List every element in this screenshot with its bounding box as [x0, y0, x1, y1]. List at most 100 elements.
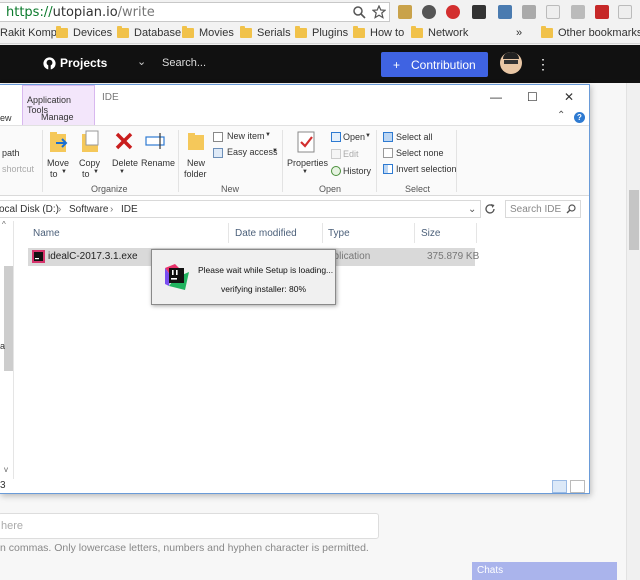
group-select-label: Select [405, 184, 431, 194]
adblock-icon[interactable] [446, 5, 460, 19]
address-dropdown-icon[interactable]: ⌄ [468, 204, 476, 215]
dropdown-arrow-icon[interactable]: ▼ [265, 132, 271, 138]
invert-selection-button[interactable]: Invert selection [396, 164, 457, 174]
dropdown-arrow-icon[interactable]: ▼ [302, 169, 308, 175]
copy-path-button[interactable]: path [2, 148, 20, 158]
bookmark-movies[interactable]: Movies [199, 27, 234, 41]
search-icon[interactable] [566, 204, 576, 214]
intellij-icon [32, 250, 45, 263]
bookmark-plugins[interactable]: Plugins [312, 27, 348, 41]
avatar[interactable] [500, 52, 522, 74]
easy-access-button[interactable]: Easy access [227, 147, 278, 157]
more-menu-icon[interactable]: ⋮ [536, 56, 550, 73]
column-size[interactable]: Size [421, 228, 440, 239]
bookmark-other[interactable]: Other bookmarks [558, 27, 640, 41]
extension-icon-2[interactable] [472, 5, 486, 19]
copy-to-label-2[interactable]: to [82, 169, 90, 179]
scroll-up-icon[interactable]: ^ [2, 220, 6, 229]
dropdown-arrow-icon[interactable]: ▼ [365, 133, 371, 139]
rename-icon[interactable] [144, 131, 168, 151]
new-item-button[interactable]: New item [227, 131, 265, 141]
scroll-down-icon[interactable]: v [4, 465, 8, 474]
extension-icon-5[interactable] [422, 5, 436, 19]
site-search-input[interactable]: Search... [162, 57, 206, 69]
move-to-label[interactable]: Move [47, 158, 69, 168]
file-name[interactable]: idealC-2017.3.1.exe [48, 251, 138, 262]
contribution-button[interactable]: + Contribution [381, 52, 488, 77]
navigation-pane[interactable]: ^ a v [0, 220, 14, 479]
open-button[interactable]: Open [343, 132, 365, 142]
nav-scrollbar-thumb[interactable] [4, 266, 13, 371]
extension-icon-b[interactable] [618, 5, 632, 19]
breadcrumb-local-disk[interactable]: ocal Disk (D:) [0, 204, 59, 215]
extension-icon-off[interactable] [398, 5, 412, 19]
maximize-icon[interactable]: ☐ [527, 90, 538, 104]
column-name[interactable]: Name [33, 228, 60, 239]
extension-icon-bird[interactable] [498, 5, 512, 19]
bookmark-database[interactable]: Database [134, 27, 181, 41]
edit-button[interactable]: Edit [343, 149, 359, 159]
properties-button[interactable]: Properties [287, 158, 328, 168]
chevron-down-icon[interactable]: ⌄ [137, 55, 146, 68]
nav-item-label[interactable]: a [0, 341, 5, 351]
dropdown-arrow-icon[interactable]: ▼ [272, 148, 278, 154]
move-to-label-2[interactable]: to [50, 169, 58, 179]
breadcrumb-software[interactable]: Software [69, 204, 108, 215]
tags-input[interactable]: here [0, 513, 379, 539]
extension-icon-people[interactable] [595, 5, 609, 19]
details-view-icon[interactable] [552, 480, 567, 493]
delete-button[interactable]: Delete [112, 158, 138, 168]
ribbon-divider [376, 130, 377, 192]
column-date-modified[interactable]: Date modified [235, 228, 297, 239]
new-folder-label[interactable]: New [187, 158, 205, 168]
chats-panel[interactable]: Chats [472, 562, 617, 580]
tags-hint: n commas. Only lowercase letters, number… [0, 542, 369, 554]
ribbon-collapse-icon[interactable]: ⌃ [557, 110, 565, 121]
dropdown-arrow-icon[interactable]: ▼ [93, 169, 99, 175]
rename-button[interactable]: Rename [141, 158, 175, 168]
delete-icon[interactable] [114, 131, 134, 151]
bookmark-devices[interactable]: Devices [73, 27, 112, 41]
extension-icon-i[interactable] [571, 5, 585, 19]
new-folder-label-2[interactable]: folder [184, 169, 207, 179]
select-all-button[interactable]: Select all [396, 132, 433, 142]
breadcrumb[interactable]: ocal Disk (D:) › Software › IDE ⌄ [0, 200, 481, 218]
close-icon[interactable]: ✕ [564, 90, 574, 104]
large-icons-view-icon[interactable] [570, 480, 585, 493]
history-button[interactable]: History [343, 166, 371, 176]
dropdown-arrow-icon[interactable]: ▼ [119, 169, 125, 175]
plus-icon: + [393, 58, 401, 72]
breadcrumb-ide[interactable]: IDE [121, 204, 138, 215]
url-host: utopian.io [52, 5, 118, 20]
properties-icon[interactable] [295, 130, 317, 154]
tab-view[interactable]: ew [0, 113, 12, 123]
paste-shortcut-button[interactable]: shortcut [2, 164, 34, 174]
page-scrollbar[interactable] [626, 83, 640, 580]
help-icon[interactable]: ? [574, 112, 585, 123]
extension-icon-puzzle[interactable] [522, 5, 536, 19]
copy-to-icon[interactable] [80, 130, 102, 154]
new-folder-icon[interactable] [186, 130, 206, 152]
github-icon [43, 57, 56, 70]
dialog-message: Please wait while Setup is loading... [198, 265, 334, 275]
dropdown-arrow-icon[interactable]: ▼ [61, 169, 67, 175]
bookmark-how-to[interactable]: How to [370, 27, 404, 41]
scrollbar-thumb[interactable] [629, 190, 639, 250]
explorer-search-input[interactable]: Search IDE [505, 200, 581, 218]
move-to-icon[interactable] [48, 130, 70, 154]
address-bar[interactable]: https://utopian.io/write [0, 2, 390, 22]
projects-menu[interactable]: Projects [60, 56, 107, 70]
copy-to-label[interactable]: Copy [79, 158, 100, 168]
url-text[interactable]: https://utopian.io/write [6, 5, 155, 20]
select-none-button[interactable]: Select none [396, 148, 444, 158]
bookmark-network[interactable]: Network [428, 27, 468, 41]
bookmark-rakit-komp[interactable]: Rakit Komp [0, 27, 57, 41]
bookmark-star-icon[interactable] [372, 5, 386, 19]
extension-icon-s[interactable] [546, 5, 560, 19]
minimize-icon[interactable]: — [490, 90, 502, 104]
bookmark-serials[interactable]: Serials [257, 27, 291, 41]
refresh-icon[interactable] [484, 203, 496, 215]
zoom-icon[interactable] [352, 5, 366, 19]
bookmarks-overflow-chevron[interactable]: » [516, 27, 522, 41]
column-type[interactable]: Type [328, 228, 350, 239]
